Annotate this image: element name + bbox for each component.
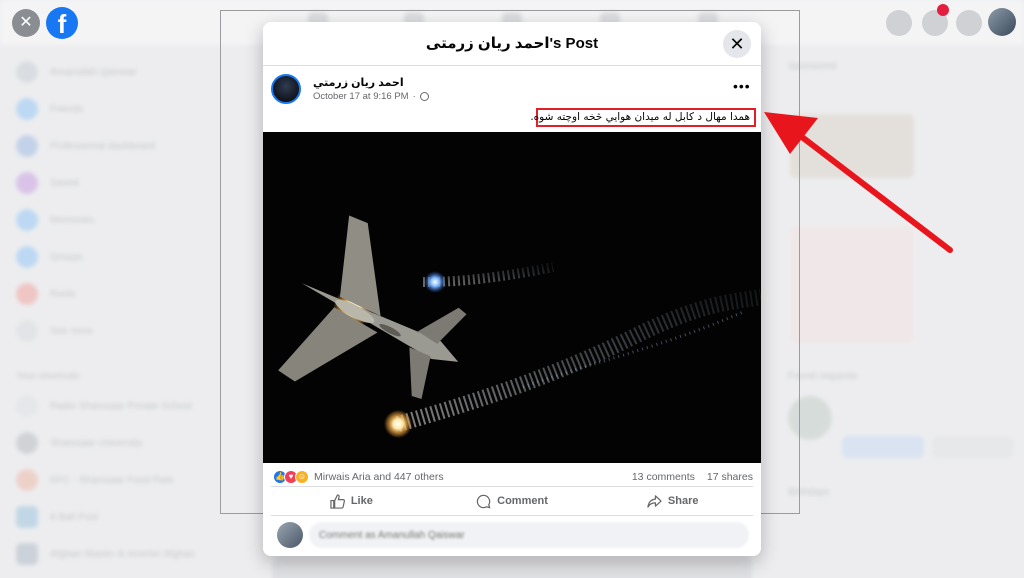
shares-count[interactable]: 17 shares (707, 471, 753, 483)
post-timestamp[interactable]: October 17 at 9:16 PM (313, 91, 409, 102)
menu-icon[interactable] (886, 10, 912, 36)
like-button[interactable]: Like (271, 487, 432, 515)
post-dialog: احمد ریان زرمتی's Post ✕ احمد ريان زرمتي… (263, 22, 761, 556)
account-avatar[interactable] (988, 8, 1016, 36)
reactions-text[interactable]: Mirwais Aria and 447 others (314, 471, 444, 483)
notifications-icon[interactable] (956, 10, 982, 36)
post-caption: همدا مهال د کابل له میدان هوايي څخه اوچت… (530, 111, 750, 123)
jet-flares-image (263, 132, 761, 463)
share-button[interactable]: Share (592, 487, 753, 515)
arrow-annotation (764, 112, 953, 253)
dialog-title: احمد ریان زرمتی's Post (425, 35, 599, 52)
post-actions: Like Comment Share (271, 486, 753, 516)
post-meta: October 17 at 9:16 PM · (313, 91, 429, 102)
post-photo[interactable] (263, 132, 761, 463)
care-reaction-icon: ☺ (295, 470, 309, 484)
notification-badge (937, 4, 949, 16)
post-header: احمد ريان زرمتي October 17 at 9:16 PM · … (271, 74, 755, 106)
comment-button[interactable]: Comment (432, 487, 593, 515)
comment-label: Comment (497, 495, 548, 507)
reactions-summary[interactable]: 👍 ♥ ☺ Mirwais Aria and 447 others (273, 469, 444, 485)
caption-highlight-box: همدا مهال د کابل له میدان هوايي څخه اوچت… (530, 108, 756, 127)
facebook-logo-icon[interactable]: f (46, 7, 78, 39)
commenter-avatar (277, 522, 303, 548)
engagement-counts: 13 comments 17 shares (632, 471, 753, 483)
author-avatar[interactable] (271, 74, 301, 104)
share-label: Share (667, 495, 699, 507)
more-icon[interactable]: ••• (733, 78, 751, 94)
comment-icon (476, 494, 491, 508)
globe-icon (419, 92, 429, 101)
comments-count[interactable]: 13 comments (632, 471, 695, 483)
close-icon[interactable]: ✕ (723, 30, 751, 58)
comment-composer (263, 516, 761, 556)
like-label: Like (350, 495, 373, 507)
comment-input[interactable] (309, 522, 749, 548)
dialog-header: احمد ریان زرمتی's Post ✕ (263, 22, 761, 66)
author-name[interactable]: احمد ريان زرمتي (313, 76, 404, 89)
share-icon (647, 494, 662, 508)
close-viewer-icon[interactable]: ✕ (12, 9, 40, 37)
like-icon (330, 493, 345, 509)
